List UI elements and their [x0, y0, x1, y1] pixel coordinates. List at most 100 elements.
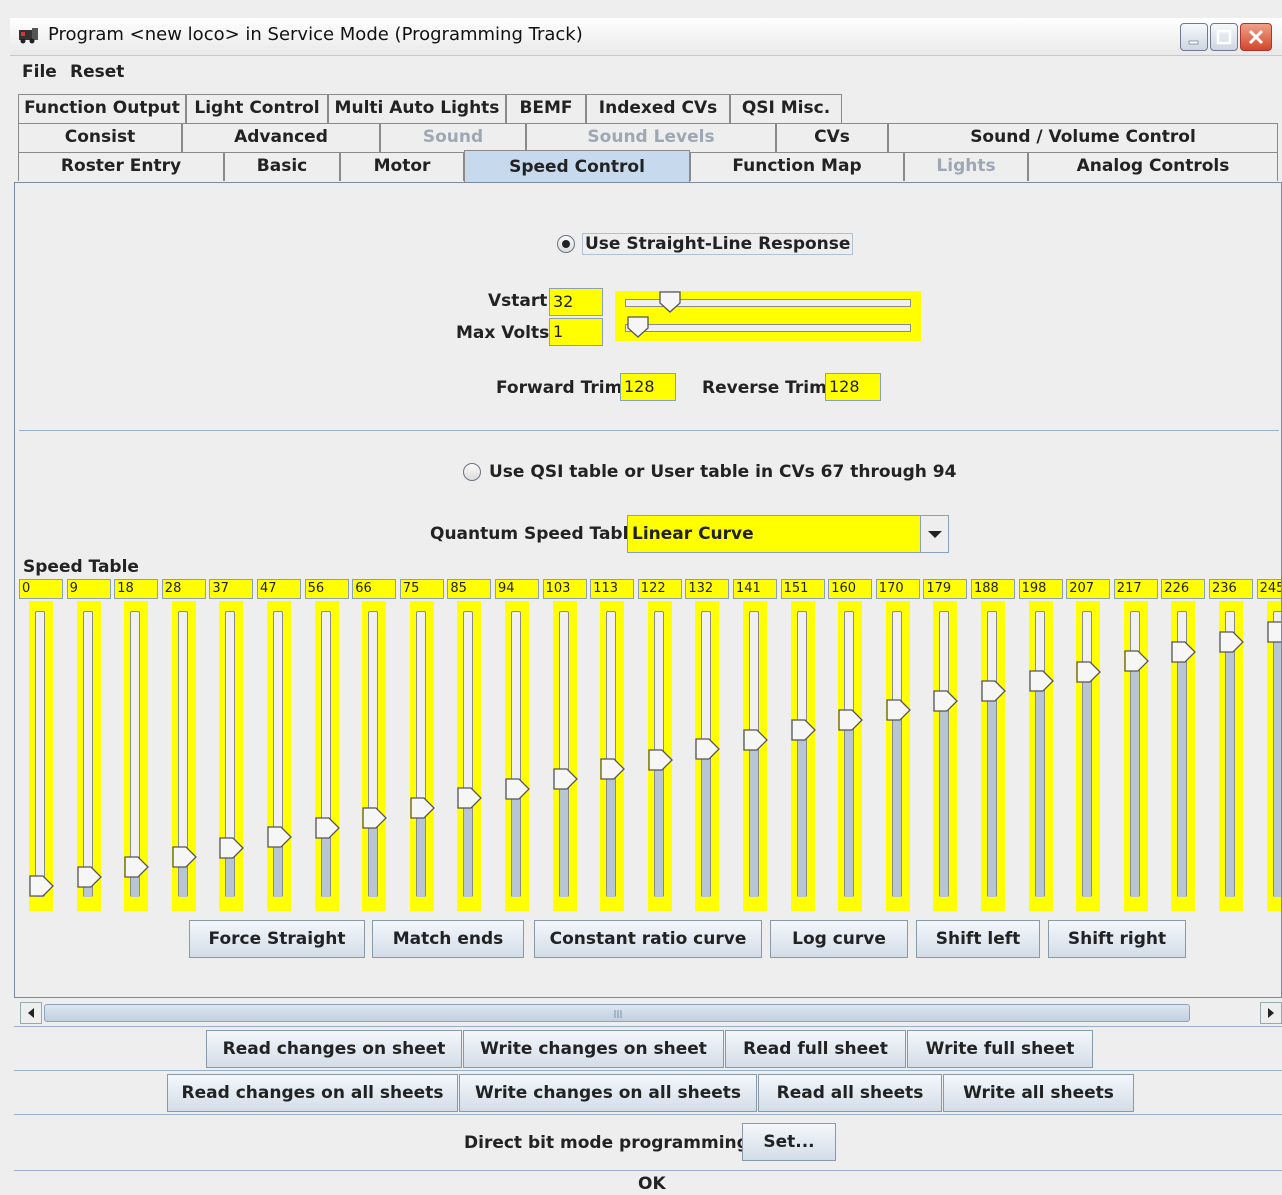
tab-function-output[interactable]: Function Output: [18, 94, 186, 123]
speed-step-slider-thumb[interactable]: [886, 699, 912, 721]
speed-step-slider-thumb[interactable]: [76, 866, 103, 888]
speed-step-slider-thumb[interactable]: [695, 738, 721, 760]
tab-light-control[interactable]: Light Control: [186, 94, 328, 123]
speed-step-slider-thumb[interactable]: [172, 846, 198, 868]
read-all-sheets-button[interactable]: Read all sheets: [758, 1074, 942, 1112]
speed-step-slider-thumb[interactable]: [1124, 650, 1150, 672]
speed-step-field[interactable]: 0: [19, 579, 63, 599]
qsi-table-radio[interactable]: [463, 463, 481, 481]
tab-bemf[interactable]: BEMF: [506, 94, 586, 123]
speed-step-field[interactable]: 236: [1209, 579, 1253, 599]
speed-step-field[interactable]: 179: [923, 579, 968, 599]
speed-step-slider-thumb[interactable]: [219, 837, 245, 859]
speed-step-slider-thumb[interactable]: [362, 807, 388, 829]
speed-step-slider[interactable]: [362, 601, 388, 911]
scrollbar-thumb[interactable]: [44, 1004, 1190, 1022]
speed-step-field[interactable]: 28: [161, 579, 206, 599]
speed-step-slider-thumb[interactable]: [1076, 661, 1102, 683]
speed-step-slider[interactable]: [1123, 601, 1150, 911]
tab-speed-control[interactable]: Speed Control: [464, 150, 690, 183]
speed-step-field[interactable]: 47: [257, 579, 301, 599]
speed-step-slider-thumb[interactable]: [1028, 670, 1055, 692]
log-curve-button[interactable]: Log curve: [770, 920, 908, 958]
speed-step-slider-thumb[interactable]: [1171, 641, 1197, 663]
constant-ratio-curve-button[interactable]: Constant ratio curve: [534, 920, 762, 958]
menu-reset[interactable]: Reset: [70, 62, 124, 82]
speed-step-field[interactable]: 37: [209, 579, 254, 599]
speed-step-field[interactable]: 85: [447, 579, 492, 599]
straight-line-radio[interactable]: [557, 235, 575, 253]
speed-step-field[interactable]: 226: [1161, 579, 1206, 599]
match-ends-button[interactable]: Match ends: [372, 920, 524, 958]
speed-step-slider[interactable]: [124, 601, 150, 911]
speed-step-slider[interactable]: [695, 601, 721, 911]
speed-step-field[interactable]: 9: [66, 579, 111, 599]
speed-step-slider-thumb[interactable]: [410, 797, 436, 819]
speed-step-slider-track[interactable]: [35, 611, 45, 897]
speed-step-slider-thumb[interactable]: [790, 719, 817, 741]
speed-step-slider-thumb[interactable]: [124, 856, 150, 879]
speed-step-slider-thumb[interactable]: [457, 787, 483, 809]
speed-step-slider[interactable]: [790, 601, 817, 911]
quantum-speed-table-select[interactable]: Linear Curve: [627, 515, 949, 553]
speed-step-slider[interactable]: [409, 601, 436, 911]
speed-step-slider[interactable]: [743, 601, 768, 911]
speed-step-slider-thumb[interactable]: [267, 826, 293, 848]
speed-step-slider[interactable]: [1219, 601, 1245, 911]
force-straight-button[interactable]: Force Straight: [189, 920, 365, 958]
shift-left-button[interactable]: Shift left: [916, 920, 1040, 958]
tab-multi-auto-lights[interactable]: Multi Auto Lights: [328, 94, 506, 123]
speed-step-slider[interactable]: [1171, 601, 1197, 911]
speed-step-field[interactable]: 122: [637, 579, 682, 599]
speed-step-field[interactable]: 66: [352, 579, 397, 599]
tab-motor[interactable]: Motor: [340, 152, 464, 181]
vstart-slider-thumb[interactable]: [658, 291, 682, 313]
read-changes-on-all-sheets-button[interactable]: Read changes on all sheets: [167, 1074, 458, 1112]
speed-step-field[interactable]: 160: [828, 579, 873, 599]
tab-function-map[interactable]: Function Map: [690, 152, 904, 181]
horizontal-scrollbar[interactable]: [20, 1002, 1282, 1024]
tab-sound-levels[interactable]: Sound Levels: [526, 123, 776, 152]
speed-step-slider-thumb[interactable]: [981, 680, 1007, 703]
speed-step-slider-thumb[interactable]: [1266, 621, 1282, 643]
speed-step-slider-thumb[interactable]: [600, 758, 626, 780]
speed-step-slider-thumb[interactable]: [648, 749, 674, 771]
write-changes-on-sheet-button[interactable]: Write changes on sheet: [463, 1030, 724, 1068]
speed-step-slider[interactable]: [552, 601, 579, 911]
max-volts-slider-thumb[interactable]: [626, 316, 650, 338]
tab-sound[interactable]: Sound: [380, 123, 526, 152]
speed-step-slider[interactable]: [505, 601, 530, 911]
speed-step-slider[interactable]: [1266, 601, 1282, 911]
speed-step-field[interactable]: 170: [875, 579, 920, 599]
speed-step-slider-thumb[interactable]: [1219, 631, 1245, 653]
tab-advanced[interactable]: Advanced: [182, 123, 380, 152]
speed-step-slider[interactable]: [600, 601, 626, 911]
scroll-right-button[interactable]: [1260, 1002, 1282, 1024]
speed-step-field[interactable]: 188: [971, 579, 1015, 599]
speed-step-slider-thumb[interactable]: [29, 875, 55, 897]
speed-step-slider[interactable]: [647, 601, 674, 911]
vstart-field[interactable]: 32: [549, 288, 603, 316]
read-full-sheet-button[interactable]: Read full sheet: [725, 1030, 906, 1068]
speed-step-field[interactable]: 94: [495, 579, 539, 599]
speed-step-field[interactable]: 207: [1066, 579, 1111, 599]
speed-step-slider[interactable]: [171, 601, 198, 911]
speed-step-slider-thumb[interactable]: [314, 817, 341, 839]
speed-step-slider[interactable]: [981, 601, 1007, 911]
forward-trim-field[interactable]: 128: [620, 373, 676, 401]
max-volts-slider-track[interactable]: [625, 324, 911, 332]
scroll-left-button[interactable]: [20, 1002, 42, 1024]
tab-indexed-cvs[interactable]: Indexed CVs: [586, 94, 730, 123]
speed-step-slider-thumb[interactable]: [552, 768, 579, 791]
speed-step-slider[interactable]: [219, 601, 245, 911]
tab-analog-controls[interactable]: Analog Controls: [1028, 152, 1278, 181]
tab-roster-entry[interactable]: Roster Entry: [18, 152, 224, 181]
speed-step-slider[interactable]: [314, 601, 341, 911]
speed-step-field[interactable]: 132: [685, 579, 730, 599]
speed-step-field[interactable]: 141: [733, 579, 777, 599]
speed-step-field[interactable]: 75: [399, 579, 444, 599]
speed-step-slider-thumb[interactable]: [838, 709, 864, 731]
write-full-sheet-button[interactable]: Write full sheet: [907, 1030, 1093, 1068]
menu-file[interactable]: File: [22, 62, 57, 82]
write-all-sheets-button[interactable]: Write all sheets: [943, 1074, 1134, 1112]
